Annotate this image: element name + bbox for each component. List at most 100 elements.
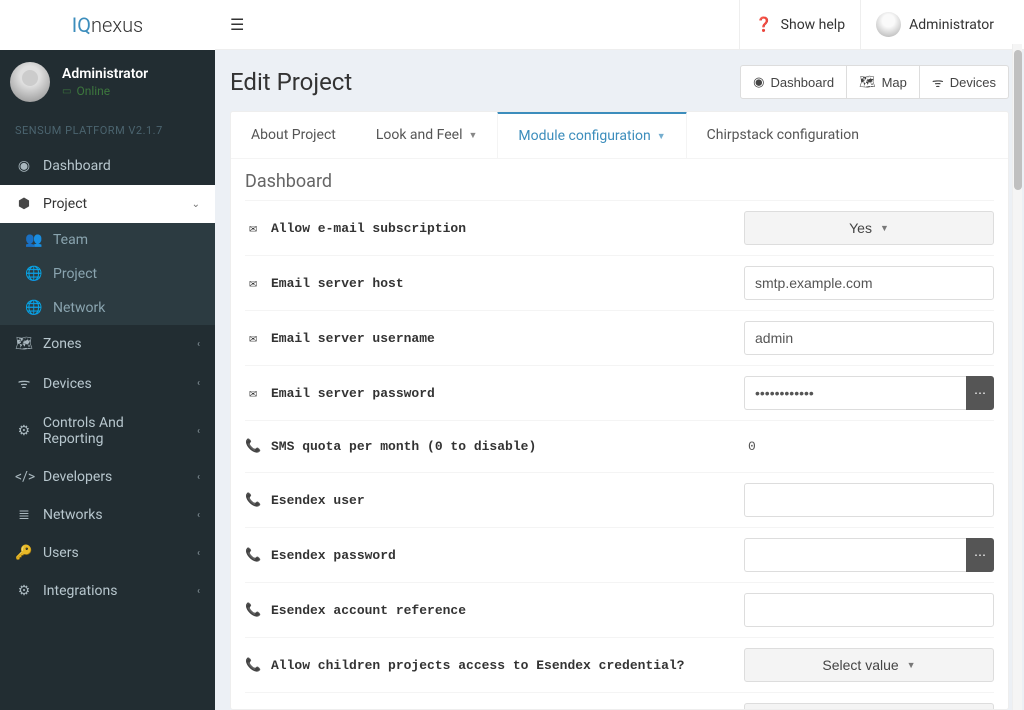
brand-nexus: nexus — [91, 13, 143, 37]
wifi-icon: ᯤ — [15, 374, 33, 393]
reveal-password-button[interactable]: ⋯ — [966, 538, 994, 572]
row-esendex-pass: 📞Esendex password ⋯ — [245, 527, 994, 582]
help-button[interactable]: ❓ Show help — [739, 0, 860, 49]
esendex-ref-input[interactable] — [744, 593, 994, 627]
caret-down-icon: ▼ — [880, 223, 889, 233]
main: ☰ ❓ Show help Administrator Edit Project… — [215, 0, 1024, 710]
reveal-password-button[interactable]: ⋯ — [966, 376, 994, 410]
code-icon: </> — [15, 469, 33, 485]
row-sms-quota: 📞SMS quota per month (0 to disable) 0 — [245, 420, 994, 472]
map-icon: 🗺 — [15, 336, 33, 352]
header-dashboard-button[interactable]: ◉ Dashboard — [740, 65, 847, 99]
row-allow-email: ✉Allow e-mail subscription Yes ▼ — [245, 200, 994, 255]
sms-quota-value: 0 — [744, 431, 994, 462]
dashboard-icon: ◉ — [15, 158, 33, 174]
allow-email-select[interactable]: Yes ▼ — [744, 211, 994, 245]
header-devices-button[interactable]: ᯤ Devices — [920, 65, 1009, 99]
sliders-icon: ⚙ — [15, 423, 33, 439]
envelope-icon: ✉ — [245, 331, 261, 346]
phone-icon: 📞 — [245, 603, 261, 618]
email-user-input[interactable] — [744, 321, 994, 355]
user-name: Administrator — [62, 66, 148, 82]
row-esendex-user: 📞Esendex user — [245, 472, 994, 527]
phone-icon: 📞 — [245, 658, 261, 673]
help-icon: ❓ — [755, 17, 772, 33]
esendex-user-input[interactable] — [744, 483, 994, 517]
esendex-pass-input[interactable] — [744, 538, 966, 572]
networks-icon: ≣ — [15, 507, 33, 523]
chevron-left-icon: ‹ — [197, 472, 200, 483]
map-icon: 🗺 — [859, 74, 876, 90]
tab-look[interactable]: Look and Feel ▼ — [356, 112, 498, 158]
allow-children-select[interactable]: Select value ▼ — [744, 648, 994, 682]
user-panel: Administrator ▭ Online — [0, 50, 215, 114]
brand-logo[interactable]: IQnexus — [0, 0, 215, 50]
nav-dashboard[interactable]: ◉ Dashboard — [0, 147, 215, 185]
chevron-left-icon: ‹ — [197, 548, 200, 559]
sub-team[interactable]: 👥 Team — [0, 223, 215, 257]
nav-menu: ◉ Dashboard ⬢ Project ⌄ 👥 Team 🌐 Project… — [0, 147, 215, 710]
nav-project[interactable]: ⬢ Project ⌄ — [0, 185, 215, 223]
nav-integrations[interactable]: ⚙ Integrations ‹ — [0, 572, 215, 610]
caret-down-icon: ▼ — [657, 131, 666, 142]
nav-zones[interactable]: 🗺 Zones ‹ — [0, 325, 215, 363]
envelope-icon: ✉ — [245, 386, 261, 401]
phone-icon: 📞 — [245, 493, 261, 508]
avatar — [10, 62, 50, 102]
chevron-left-icon: ‹ — [197, 339, 200, 350]
sub-project[interactable]: 🌐 Project — [0, 257, 215, 291]
row-allow-sms: ✉Allow SMS subscription Select value ▼ — [245, 692, 994, 709]
tab-body: Dashboard ✉Allow e-mail subscription Yes… — [231, 159, 1008, 709]
phone-icon: 📞 — [245, 548, 261, 563]
phone-icon: 📞 — [245, 439, 261, 454]
project-icon: ⬢ — [15, 196, 33, 212]
row-email-pass: ✉Email server password ⋯ — [245, 365, 994, 420]
row-allow-children: 📞Allow children projects access to Esend… — [245, 637, 994, 692]
caret-down-icon: ▼ — [469, 130, 478, 141]
caret-down-icon: ▼ — [907, 660, 916, 670]
nav-devices[interactable]: ᯤ Devices ‹ — [0, 363, 215, 404]
row-email-user: ✉Email server username — [245, 310, 994, 365]
topbar: ☰ ❓ Show help Administrator — [215, 0, 1024, 50]
dashboard-icon: ◉ — [753, 74, 764, 90]
tab-module[interactable]: Module configuration ▼ — [497, 111, 686, 158]
row-esendex-ref: 📞Esendex account reference — [245, 582, 994, 637]
chevron-left-icon: ‹ — [197, 510, 200, 521]
header-map-button[interactable]: 🗺 Map — [847, 65, 920, 99]
tab-about[interactable]: About Project — [231, 112, 356, 158]
nav-controls[interactable]: ⚙ Controls And Reporting ‹ — [0, 404, 215, 458]
envelope-icon: ✉ — [245, 221, 261, 236]
chevron-left-icon: ‹ — [197, 586, 200, 597]
tabs: About Project Look and Feel ▼ Module con… — [231, 112, 1008, 159]
email-host-input[interactable] — [744, 266, 994, 300]
brand-iq: IQ — [72, 13, 91, 37]
scrollbar[interactable] — [1012, 44, 1022, 710]
hamburger-icon[interactable]: ☰ — [230, 15, 244, 34]
nav-developers[interactable]: </> Developers ‹ — [0, 458, 215, 496]
content: Edit Project ◉ Dashboard 🗺 Map ᯤ Devices — [215, 50, 1024, 710]
allow-sms-select[interactable]: Select value ▼ — [744, 703, 994, 709]
panel: About Project Look and Feel ▼ Module con… — [230, 111, 1009, 710]
row-email-host: ✉Email server host — [245, 255, 994, 310]
online-icon: ▭ — [62, 86, 71, 97]
avatar — [876, 12, 901, 37]
envelope-icon: ✉ — [245, 276, 261, 291]
header-buttons: ◉ Dashboard 🗺 Map ᯤ Devices — [740, 65, 1009, 99]
platform-version: SENSUM PLATFORM V2.1.7 — [0, 114, 215, 147]
globe-icon: 🌐 — [25, 266, 43, 282]
section-title: Dashboard — [245, 171, 994, 192]
chevron-left-icon: ‹ — [197, 426, 200, 437]
email-pass-input[interactable] — [744, 376, 966, 410]
sub-network[interactable]: 🌐 Network — [0, 291, 215, 325]
user-menu[interactable]: Administrator — [860, 0, 1009, 49]
tab-chirpstack[interactable]: Chirpstack configuration — [687, 112, 879, 158]
page-title: Edit Project — [230, 68, 352, 96]
chevron-left-icon: ‹ — [197, 378, 200, 389]
sidebar: IQnexus Administrator ▭ Online SENSUM PL… — [0, 0, 215, 710]
chevron-down-icon: ⌄ — [192, 199, 200, 210]
project-submenu: 👥 Team 🌐 Project 🌐 Network — [0, 223, 215, 325]
nav-networks[interactable]: ≣ Networks ‹ — [0, 496, 215, 534]
nav-users[interactable]: 🔑 Users ‹ — [0, 534, 215, 572]
globe-icon: 🌐 — [25, 300, 43, 316]
cogs-icon: ⚙ — [15, 583, 33, 599]
